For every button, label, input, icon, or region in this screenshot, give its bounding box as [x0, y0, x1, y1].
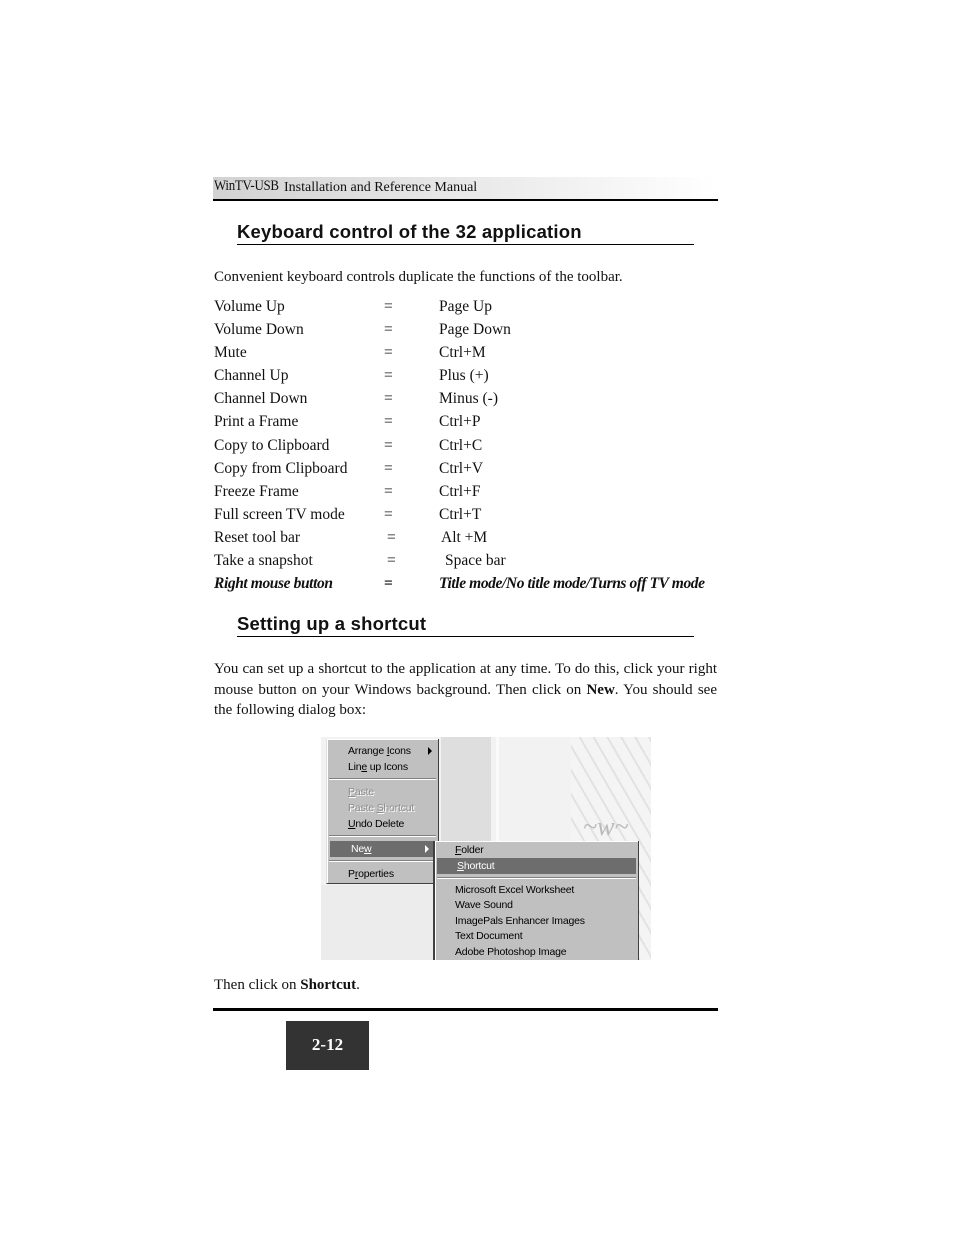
shortcut-row: Copy to Clipboard = Ctrl+C — [214, 435, 734, 458]
shortcut-row: Freeze Frame = Ctrl+F — [214, 481, 734, 504]
desktop-wallpaper-mark: ~w~ — [583, 812, 629, 841]
menu-item-paste: Paste — [348, 786, 374, 798]
section-heading-shortcut: Setting up a shortcut — [237, 613, 694, 637]
menu-separator — [329, 835, 436, 837]
equals-sign: = — [387, 552, 396, 570]
menu-item-undo-delete[interactable]: Undo Delete — [327, 816, 438, 832]
shortcut-function: Volume Down — [214, 321, 304, 339]
shortcut-key: Space bar — [445, 552, 506, 570]
desktop-context-menu: Arrange Icons Line up Icons Paste Paste … — [326, 739, 439, 884]
manual-title: Installation and Reference Manual — [284, 180, 478, 195]
shortcut-row: Right mouse button = Title mode/No title m… — [214, 573, 734, 596]
menu-item-line-up-icons[interactable]: Line up Icons — [327, 759, 438, 775]
product-brand: WinTV-USB — [214, 178, 279, 194]
intro-paragraph: Convenient keyboard controls duplicate t… — [214, 269, 623, 285]
submenu-arrow-icon — [425, 845, 429, 853]
shortcut-function: Full screen TV mode — [214, 505, 345, 523]
menu-separator — [329, 860, 436, 862]
shortcut-function: Mute — [214, 344, 247, 362]
shortcut-function: Right mouse button — [214, 575, 333, 593]
context-menu-screenshot: ~w~ Arrange Icons Line up Icons Paste Pa… — [321, 737, 651, 960]
submenu-item-folder[interactable]: Folder — [435, 842, 638, 858]
equals-sign: = — [384, 367, 393, 385]
equals-sign: = — [384, 436, 393, 454]
shortcut-function: Volume Up — [214, 298, 285, 315]
menu-item-properties[interactable]: Properties — [327, 866, 438, 882]
shortcut-row: Mute = Ctrl+M — [214, 342, 734, 365]
shortcut-key: Ctrl+P — [439, 413, 481, 431]
new-submenu: Folder Shortcut Microsoft Excel Workshee… — [433, 841, 639, 960]
submenu-item-text-document[interactable]: Text Document — [435, 928, 638, 944]
paragraph-bold-new: New — [586, 681, 615, 698]
submenu-item-imagepals-images[interactable]: ImagePals Enhancer Images — [435, 913, 638, 929]
paragraph-bold-shortcut: Shortcut — [300, 977, 357, 993]
shortcut-row: Take a snapshot = Space bar — [214, 550, 734, 573]
shortcut-function: Copy from Clipboard — [214, 459, 348, 477]
shortcut-function: Channel Down — [214, 390, 308, 408]
equals-sign: = — [384, 413, 393, 431]
equals-sign: = — [384, 459, 393, 477]
shortcut-key: Ctrl+M — [439, 344, 486, 362]
submenu-item-excel-worksheet[interactable]: Microsoft Excel Worksheet — [435, 882, 638, 898]
shortcut-row: Volume Down = Page Down — [214, 319, 734, 342]
shortcut-row: Print a Frame = Ctrl+P — [214, 411, 734, 434]
equals-sign: = — [384, 344, 393, 362]
shortcut-row: Channel Up = Plus (+) — [214, 365, 734, 388]
equals-sign: = — [384, 390, 393, 408]
shortcut-key: Alt +M — [441, 528, 488, 546]
paragraph-text: Then click on — [214, 977, 301, 993]
equals-sign: = — [387, 528, 396, 546]
shortcut-function: Channel Up — [214, 367, 289, 385]
menu-separator — [437, 877, 636, 879]
shortcut-key: Title mode/No title mode/Turns off TV mo… — [439, 575, 705, 593]
equals-sign: = — [384, 482, 393, 500]
menu-item-paste-shortcut: Paste Shortcut — [348, 802, 415, 814]
shortcut-row: Copy from Clipboard = Ctrl+V — [214, 458, 734, 481]
shortcut-function: Print a Frame — [214, 413, 299, 431]
submenu-item-photoshop-image[interactable]: Adobe Photoshop Image — [435, 944, 638, 960]
menu-item-new[interactable]: New — [330, 841, 435, 857]
shortcut-row: Full screen TV mode = Ctrl+T — [214, 504, 734, 527]
desktop-background — [321, 885, 433, 960]
footer-rule — [213, 1008, 718, 1011]
running-header: WinTV-USB Installation and Reference Man… — [213, 177, 718, 201]
shortcut-key: Ctrl+C — [439, 436, 483, 454]
shortcut-row: Reset tool bar = Alt +M — [214, 527, 734, 550]
shortcut-key: Ctrl+F — [439, 482, 481, 500]
submenu-item-shortcut[interactable]: Shortcut — [437, 858, 636, 874]
equals-sign: = — [384, 575, 393, 593]
shortcut-function: Take a snapshot — [214, 552, 313, 570]
shortcut-row: Volume Up = Page Up — [214, 296, 734, 319]
shortcut-key: Page Up — [439, 298, 492, 315]
equals-sign: = — [384, 298, 393, 315]
shortcut-function: Freeze Frame — [214, 482, 299, 500]
then-click-paragraph: Then click on Shortcut. — [214, 975, 717, 996]
menu-item-arrange-icons[interactable]: Arrange Icons — [327, 743, 438, 759]
submenu-item-wave-sound[interactable]: Wave Sound — [435, 897, 638, 913]
shortcut-function: Copy to Clipboard — [214, 436, 330, 454]
shortcut-key: Plus (+) — [439, 367, 489, 385]
shortcut-key: Page Down — [439, 321, 511, 339]
equals-sign: = — [384, 505, 393, 523]
menu-separator — [329, 778, 436, 780]
section-heading-keyboard-control: Keyboard control of the 32 application — [237, 221, 694, 245]
shortcut-key: Ctrl+T — [439, 505, 482, 523]
shortcut-paragraph: You can set up a shortcut to the applica… — [214, 659, 717, 721]
keyboard-shortcut-table: Volume Up = Page Up Volume Down = Page Down … — [214, 296, 734, 596]
shortcut-key: Minus (-) — [439, 390, 498, 408]
submenu-arrow-icon — [428, 747, 432, 755]
shortcut-row: Channel Down = Minus (-) — [214, 388, 734, 411]
page-number: 2-12 — [286, 1021, 369, 1070]
shortcut-key: Ctrl+V — [439, 459, 484, 477]
equals-sign: = — [384, 321, 393, 339]
shortcut-function: Reset tool bar — [214, 528, 301, 546]
paragraph-text: . — [356, 977, 360, 993]
